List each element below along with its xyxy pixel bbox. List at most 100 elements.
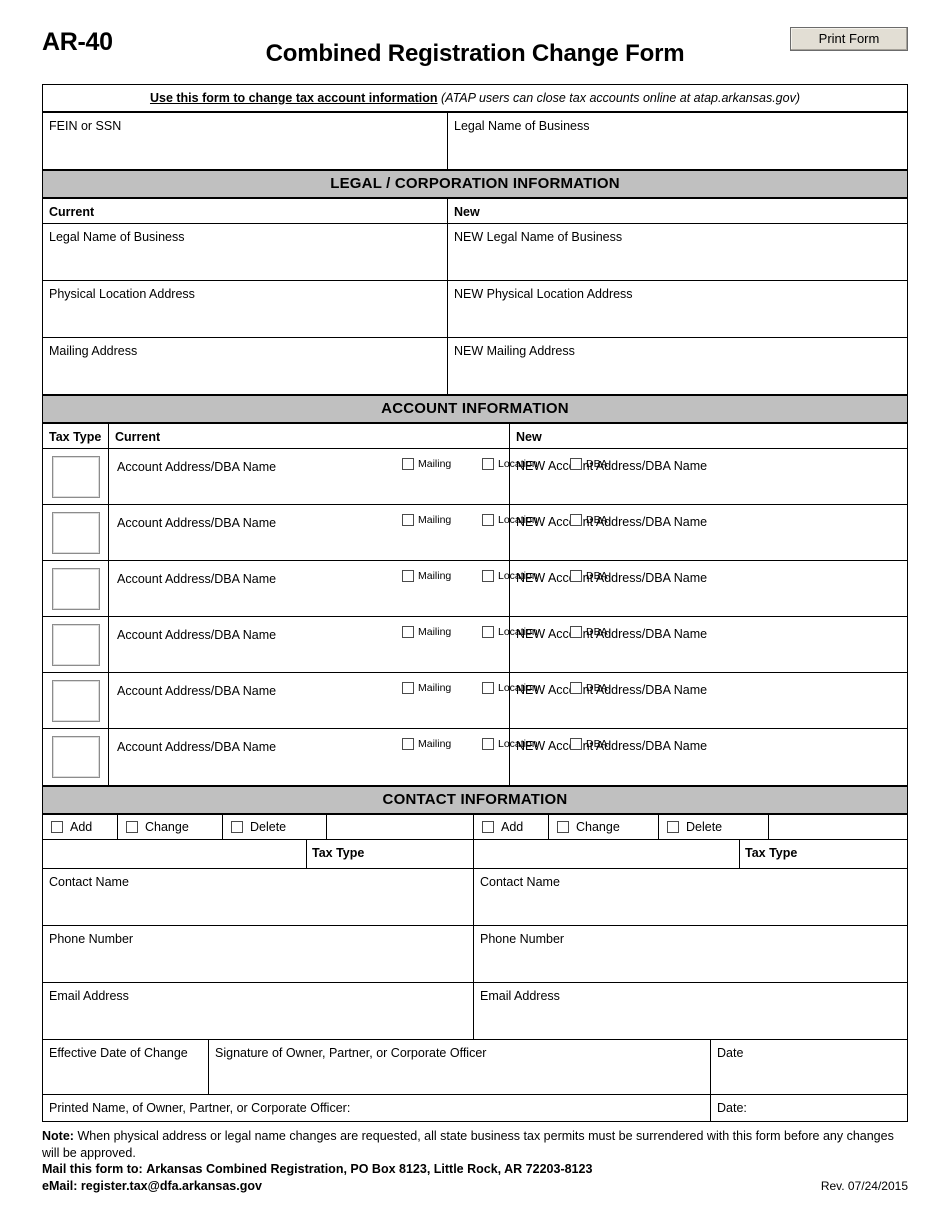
account-tax-type-input[interactable]: [51, 623, 100, 666]
account-checkbox-label: DBA: [586, 626, 608, 638]
account-tax-type-input[interactable]: [51, 511, 100, 554]
account-row: Account Address/DBA Name Mailing Location D…: [43, 449, 907, 505]
account-checkbox-label: Mailing: [418, 458, 452, 470]
account-checkbox-label: Mailing: [418, 626, 452, 638]
contact-right-spacer: [769, 815, 807, 839]
checkbox-icon[interactable]: [482, 570, 494, 582]
account-checkbox-location[interactable]: Location: [482, 570, 538, 582]
account-current-cell[interactable]: Account Address/DBA Name Mailing Location D…: [109, 673, 608, 728]
new-legal-name-field[interactable]: NEW Legal Name of Business: [448, 224, 907, 280]
contact-right-delete-option[interactable]: Delete: [659, 815, 769, 839]
footer-mail-text: Arkansas Combined Registration, PO Box 8…: [146, 1162, 593, 1176]
contact-left-email-field[interactable]: Email Address: [43, 983, 474, 1039]
checkbox-icon[interactable]: [570, 682, 582, 694]
contact-left-change-label: Change: [145, 820, 189, 834]
checkbox-icon[interactable]: [402, 514, 414, 526]
contact-right-add-option[interactable]: Add: [474, 815, 549, 839]
account-tax-type-input[interactable]: [51, 567, 100, 610]
effective-date-field[interactable]: Effective Date of Change: [43, 1040, 209, 1094]
account-tax-type-input[interactable]: [51, 679, 100, 722]
account-checkbox-mailing[interactable]: Mailing: [402, 626, 451, 638]
account-checkbox-dba[interactable]: DBA: [570, 458, 608, 470]
checkbox-icon[interactable]: [482, 458, 494, 470]
checkbox-icon[interactable]: [402, 626, 414, 638]
account-column-headers: Tax Type Current New: [43, 424, 907, 449]
legal-name-field[interactable]: Legal Name of Business: [448, 113, 907, 169]
footer-revision: Rev. 07/24/2015: [820, 1178, 908, 1193]
account-current-cell[interactable]: Account Address/DBA Name Mailing Location D…: [109, 505, 608, 560]
checkbox-icon[interactable]: [570, 514, 582, 526]
form-page: AR-40 Combined Registration Change Form …: [0, 0, 950, 1230]
checkbox-icon[interactable]: [402, 458, 414, 470]
account-checkbox-mailing[interactable]: Mailing: [402, 682, 451, 694]
contact-left-spacer: [327, 815, 474, 839]
account-tax-type-cell: [43, 505, 109, 560]
checkbox-icon[interactable]: [667, 821, 679, 833]
contact-left-delete-option[interactable]: Delete: [223, 815, 327, 839]
current-legal-name-field[interactable]: Legal Name of Business: [43, 224, 448, 280]
checkbox-icon[interactable]: [126, 821, 138, 833]
checkbox-icon[interactable]: [402, 738, 414, 750]
contact-left-taxtype-blank[interactable]: [43, 840, 307, 868]
checkbox-icon[interactable]: [402, 682, 414, 694]
account-checkbox-dba[interactable]: DBA: [570, 514, 608, 526]
contact-right-email-field[interactable]: Email Address: [474, 983, 907, 1039]
account-current-cell[interactable]: Account Address/DBA Name Mailing Location D…: [109, 449, 608, 504]
account-current-cell[interactable]: Account Address/DBA Name Mailing Location D…: [109, 617, 608, 672]
account-checkbox-dba[interactable]: DBA: [570, 682, 608, 694]
account-tax-type-input[interactable]: [51, 455, 100, 498]
checkbox-icon[interactable]: [482, 738, 494, 750]
checkbox-icon[interactable]: [51, 821, 63, 833]
printed-name-field[interactable]: Printed Name, of Owner, Partner, or Corp…: [43, 1095, 711, 1121]
contact-left-name-field[interactable]: Contact Name: [43, 869, 474, 925]
account-checkbox-dba[interactable]: DBA: [570, 626, 608, 638]
account-checkbox-location[interactable]: Location: [482, 514, 538, 526]
checkbox-icon[interactable]: [482, 821, 494, 833]
new-physical-address-field[interactable]: NEW Physical Location Address: [448, 281, 907, 337]
account-checkbox-label: DBA: [586, 682, 608, 694]
checkbox-icon[interactable]: [570, 626, 582, 638]
signature-date-field[interactable]: Date: [711, 1040, 907, 1094]
checkbox-icon[interactable]: [231, 821, 243, 833]
current-physical-address-field[interactable]: Physical Location Address: [43, 281, 448, 337]
account-checkbox-mailing[interactable]: Mailing: [402, 738, 451, 750]
account-checkbox-location[interactable]: Location: [482, 682, 538, 694]
account-checkbox-dba[interactable]: DBA: [570, 738, 608, 750]
new-mailing-address-field[interactable]: NEW Mailing Address: [448, 338, 907, 394]
account-checkbox-location[interactable]: Location: [482, 738, 538, 750]
account-checkbox-mailing[interactable]: Mailing: [402, 570, 451, 582]
account-current-cell[interactable]: Account Address/DBA Name Mailing Location D…: [109, 729, 608, 785]
contact-left-phone-field[interactable]: Phone Number: [43, 926, 474, 982]
legal-col-current: Current: [43, 199, 448, 223]
printed-name-date-field[interactable]: Date:: [711, 1095, 907, 1121]
checkbox-icon[interactable]: [482, 626, 494, 638]
checkbox-icon[interactable]: [402, 570, 414, 582]
contact-left-add-option[interactable]: Add: [43, 815, 118, 839]
account-current-cell[interactable]: Account Address/DBA Name Mailing Location D…: [109, 561, 608, 616]
signature-field[interactable]: Signature of Owner, Partner, or Corporat…: [209, 1040, 711, 1094]
account-checkbox-mailing[interactable]: Mailing: [402, 514, 451, 526]
print-form-button[interactable]: Print Form: [790, 27, 908, 51]
account-tax-type-input[interactable]: [51, 736, 100, 778]
current-mailing-address-field[interactable]: Mailing Address: [43, 338, 448, 394]
account-checkbox-label: Location: [498, 682, 538, 694]
contact-right-taxtype-blank[interactable]: [474, 840, 740, 868]
checkbox-icon[interactable]: [570, 738, 582, 750]
contact-left-phone-label: Phone Number: [49, 932, 134, 946]
contact-right-change-option[interactable]: Change: [549, 815, 659, 839]
checkbox-icon[interactable]: [482, 514, 494, 526]
account-checkbox-location[interactable]: Location: [482, 626, 538, 638]
contact-right-name-field[interactable]: Contact Name: [474, 869, 907, 925]
account-checkbox-mailing[interactable]: Mailing: [402, 458, 451, 470]
checkbox-icon[interactable]: [570, 570, 582, 582]
checkbox-icon[interactable]: [570, 458, 582, 470]
checkbox-icon[interactable]: [482, 682, 494, 694]
account-checkbox-dba[interactable]: DBA: [570, 570, 608, 582]
account-tax-type-cell: [43, 561, 109, 616]
footer-note-text: When physical address or legal name chan…: [42, 1129, 894, 1160]
checkbox-icon[interactable]: [557, 821, 569, 833]
contact-left-change-option[interactable]: Change: [118, 815, 223, 839]
fein-or-ssn-field[interactable]: FEIN or SSN: [43, 113, 448, 169]
account-checkbox-location[interactable]: Location: [482, 458, 538, 470]
contact-right-phone-field[interactable]: Phone Number: [474, 926, 907, 982]
